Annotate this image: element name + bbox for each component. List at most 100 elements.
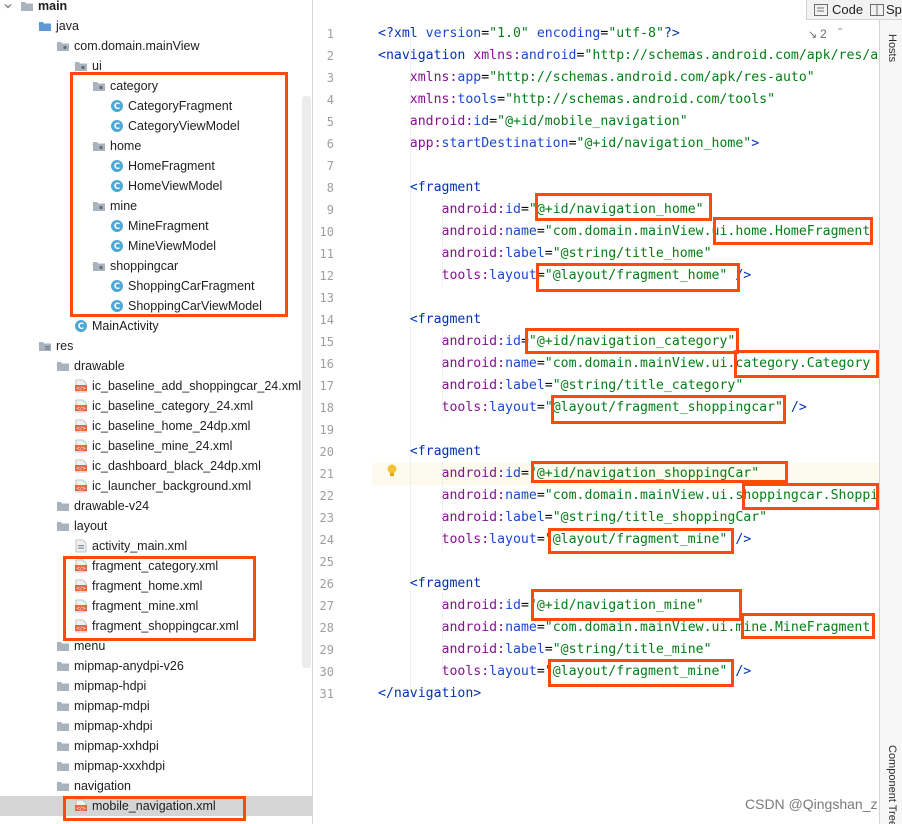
- svg-text:</>: </>: [76, 606, 86, 612]
- xml-file-icon: </>: [74, 459, 88, 473]
- code-token: name: [505, 488, 537, 503]
- code-token: />: [727, 268, 752, 283]
- tree-item-fragment-category-xml[interactable]: </> fragment_category.xml: [0, 556, 312, 576]
- tree-item-home[interactable]: home: [0, 136, 312, 156]
- code-line[interactable]: android:id="@+id/navigation_shoppingCar": [372, 463, 879, 485]
- tree-item-label: HomeViewModel: [128, 179, 223, 193]
- editor-gutter: 1 2 3 4 5 6 7 8 9 10 11 12 13 14 15 16 17 18 19 20 21 22 23 24 2…: [314, 0, 372, 824]
- tree-item-mipmap-xxhdpi[interactable]: mipmap-xxhdpi: [0, 736, 312, 756]
- tree-item-minefragment[interactable]: C MineFragment: [0, 216, 312, 236]
- lightbulb-icon[interactable]: [386, 464, 398, 478]
- code-token: <?xml: [378, 26, 426, 41]
- tree-item-ic-baseline-mine-24-xml[interactable]: </> ic_baseline_mine_24.xml: [0, 436, 312, 456]
- code-line[interactable]: <navigation xmlns:android="http://schema…: [378, 45, 878, 67]
- code-line[interactable]: <fragment: [378, 177, 481, 199]
- tree-item-homeviewmodel[interactable]: C HomeViewModel: [0, 176, 312, 196]
- tree-item-ic-baseline-home-24dp-xml[interactable]: </> ic_baseline_home_24dp.xml: [0, 416, 312, 436]
- code-line[interactable]: android:label="@string/title_category": [378, 375, 744, 397]
- tree-item-menu[interactable]: menu: [0, 636, 312, 656]
- folder-icon: [56, 779, 70, 793]
- tree-item-label: mipmap-anydpi-v26: [74, 659, 184, 673]
- code-line[interactable]: android:name="com.domain.mainView.ui.hom…: [378, 221, 871, 243]
- code-line[interactable]: <fragment: [378, 573, 481, 595]
- hosts-tab[interactable]: Hosts: [886, 34, 898, 62]
- tree-item-ic-baseline-category-24-xml[interactable]: </> ic_baseline_category_24.xml: [0, 396, 312, 416]
- code-line[interactable]: xmlns:tools="http://schemas.android.com/…: [378, 89, 775, 111]
- folder-icon: [56, 759, 70, 773]
- tree-item-shoppingcar[interactable]: shoppingcar: [0, 256, 312, 276]
- code-line[interactable]: android:label="@string/title_home": [378, 243, 712, 265]
- code-line[interactable]: <fragment: [378, 309, 481, 331]
- tree-item-main[interactable]: main: [0, 0, 312, 16]
- code-line[interactable]: tools:layout="@layout/fragment_mine" />: [378, 661, 752, 683]
- svg-text:</>: </>: [76, 566, 86, 572]
- tree-item-mine[interactable]: mine: [0, 196, 312, 216]
- code-line[interactable]: android:label="@string/title_shoppingCar…: [378, 507, 768, 529]
- tree-item-mipmap-xhdpi[interactable]: mipmap-xhdpi: [0, 716, 312, 736]
- tree-item-homefragment[interactable]: C HomeFragment: [0, 156, 312, 176]
- tree-item-activity-main-xml[interactable]: activity_main.xml: [0, 536, 312, 556]
- code-line[interactable]: app:startDestination="@+id/navigation_ho…: [378, 133, 759, 155]
- code-line[interactable]: tools:layout="@layout/fragment_home" />: [378, 265, 752, 287]
- tree-item-fragment-home-xml[interactable]: </> fragment_home.xml: [0, 576, 312, 596]
- code-line[interactable]: <?xml version="1.0" encoding="utf-8"?>: [378, 23, 680, 45]
- tree-item-fragment-mine-xml[interactable]: </> fragment_mine.xml: [0, 596, 312, 616]
- tree-item-mineviewmodel[interactable]: C MineViewModel: [0, 236, 312, 256]
- tree-item-layout[interactable]: layout: [0, 516, 312, 536]
- code-line[interactable]: android:name="com.domain.mainView.ui.cat…: [378, 353, 871, 375]
- code-token: "@layout/fragment_mine": [544, 664, 728, 679]
- tree-item-shoppingcarfragment[interactable]: C ShoppingCarFragment: [0, 276, 312, 296]
- tree-item-java[interactable]: java: [0, 16, 312, 36]
- tree-item-category[interactable]: category: [0, 76, 312, 96]
- component-tree-tab[interactable]: Component Tree: [886, 745, 898, 824]
- tree-item-mipmap-hdpi[interactable]: mipmap-hdpi: [0, 676, 312, 696]
- code-line[interactable]: android:id="@+id/navigation_mine": [378, 595, 704, 617]
- tree-item-shoppingcarviewmodel[interactable]: C ShoppingCarViewModel: [0, 296, 312, 316]
- tree-item-drawable-v24[interactable]: drawable-v24: [0, 496, 312, 516]
- line-number: 19: [319, 423, 334, 437]
- tree-item-res[interactable]: res: [0, 336, 312, 356]
- code-line[interactable]: </navigation>: [378, 683, 481, 705]
- code-editor[interactable]: <?xml version="1.0" encoding="utf-8"?> <n…: [372, 0, 879, 824]
- code-token: "utf-8": [608, 26, 664, 41]
- chevron-down-icon[interactable]: [4, 2, 12, 10]
- code-line[interactable]: android:id="@+id/navigation_category": [378, 331, 736, 353]
- tree-item-ui[interactable]: ui: [0, 56, 312, 76]
- code-token: app: [457, 70, 482, 85]
- code-line[interactable]: android:id="@+id/navigation_home": [378, 199, 704, 221]
- svg-text:</>: </>: [76, 446, 86, 452]
- code-line[interactable]: xmlns:app="http://schemas.android.com/ap…: [378, 67, 815, 89]
- tree-item-ic-launcher-background-xml[interactable]: </> ic_launcher_background.xml: [0, 476, 312, 496]
- code-line[interactable]: android:name="com.domain.mainView.ui.sho…: [378, 485, 879, 507]
- code-line[interactable]: <fragment: [378, 441, 481, 463]
- code-line[interactable]: android:label="@string/title_mine": [378, 639, 712, 661]
- split-view-button[interactable]: Spl: [886, 2, 902, 17]
- tree-item-com-domain-mainview[interactable]: com.domain.mainView: [0, 36, 312, 56]
- tree-scrollbar[interactable]: [302, 96, 311, 668]
- tree-item-label: ic_dashboard_black_24dp.xml: [92, 459, 261, 473]
- tree-item-ic-baseline-add-shoppingcar-24-xml[interactable]: </> ic_baseline_add_shoppingcar_24.xml: [0, 376, 312, 396]
- tree-item-mainactivity[interactable]: C MainActivity: [0, 316, 312, 336]
- tree-item-mipmap-mdpi[interactable]: mipmap-mdpi: [0, 696, 312, 716]
- code-token: name: [505, 356, 537, 371]
- tree-item-mipmap-xxxhdpi[interactable]: mipmap-xxxhdpi: [0, 756, 312, 776]
- code-view-button[interactable]: Code: [832, 2, 863, 17]
- tree-item-mipmap-anydpi-v26[interactable]: mipmap-anydpi-v26: [0, 656, 312, 676]
- tree-item-drawable[interactable]: drawable: [0, 356, 312, 376]
- tree-item-label: drawable: [74, 359, 125, 373]
- tree-item-label: CategoryViewModel: [128, 119, 240, 133]
- code-line[interactable]: android:name="com.domain.mainView.ui.min…: [378, 617, 871, 639]
- code-token: "com.domain.mainView.ui.home.HomeFragmen…: [544, 224, 871, 239]
- tree-item-mobile-navigation-xml[interactable]: </> mobile_navigation.xml: [0, 796, 312, 816]
- tree-item-ic-dashboard-black-24dp-xml[interactable]: </> ic_dashboard_black_24dp.xml: [0, 456, 312, 476]
- tree-item-categoryfragment[interactable]: C CategoryFragment: [0, 96, 312, 116]
- code-token: xmlns:: [409, 92, 458, 107]
- inspection-up-icon[interactable]: ⌃: [836, 27, 844, 38]
- tree-item-navigation[interactable]: navigation: [0, 776, 312, 796]
- tree-item-categoryviewmodel[interactable]: C CategoryViewModel: [0, 116, 312, 136]
- code-line[interactable]: android:id="@+id/mobile_navigation": [378, 111, 688, 133]
- code-line[interactable]: tools:layout="@layout/fragment_mine" />: [378, 529, 752, 551]
- tree-item-fragment-shoppingcar-xml[interactable]: </> fragment_shoppingcar.xml: [0, 616, 312, 636]
